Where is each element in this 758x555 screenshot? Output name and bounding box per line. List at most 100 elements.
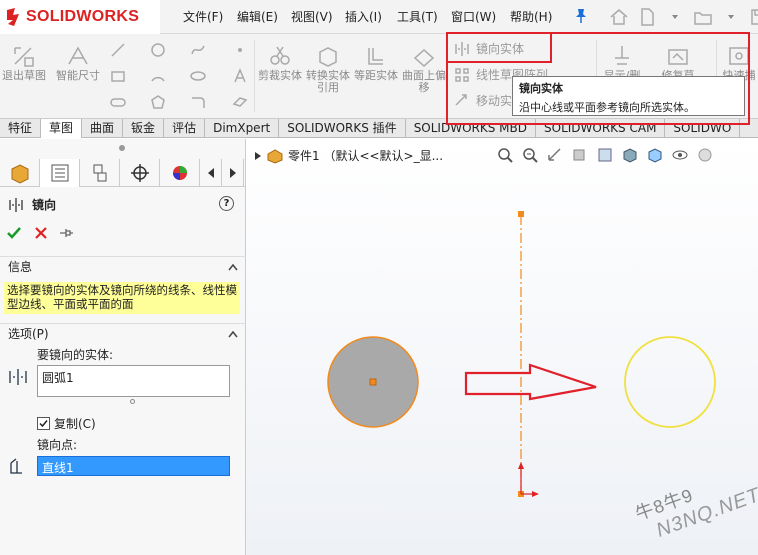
menu-tools[interactable]: 工具(T) <box>397 8 438 25</box>
origin-icon <box>518 462 539 497</box>
ellipse-icon[interactable] <box>190 68 206 84</box>
tab-features[interactable]: 特征 <box>0 119 42 138</box>
mirror-about-label: 镜向点: <box>37 438 78 452</box>
mirror-icon <box>9 197 23 212</box>
offset-on-surface-button[interactable]: 曲面上偏移 <box>402 44 446 94</box>
highlight-box-mirror-button <box>446 32 552 63</box>
menu-file[interactable]: 文件(F) <box>183 8 223 25</box>
info-header-label: 信息 <box>8 260 33 274</box>
feature-tree-icon <box>11 164 29 184</box>
solidworks-logo[interactable]: SOLIDWORKS <box>0 0 160 34</box>
panel-tabs <box>0 159 246 187</box>
property-list-icon <box>51 164 69 182</box>
options-header-label: 选项(P) <box>8 327 49 341</box>
dropdown-arrow-icon[interactable] <box>664 6 686 28</box>
smart-dimension-icon <box>68 46 88 65</box>
line-icon[interactable] <box>110 42 126 58</box>
circle-icon[interactable] <box>150 42 166 58</box>
menu-insert[interactable]: 插入(I) <box>345 8 382 25</box>
entities-to-mirror-field[interactable]: 圆弧1 <box>37 365 230 397</box>
offset-on-surface-icon <box>413 48 435 68</box>
field-resize-handle[interactable] <box>130 399 135 404</box>
arc-icon[interactable] <box>150 68 166 84</box>
polygon-icon[interactable] <box>150 94 166 110</box>
copy-label: 复制(C) <box>54 417 96 431</box>
panel-splitter-handle[interactable] <box>119 145 125 151</box>
pushpin-icon[interactable] <box>58 225 74 241</box>
property-manager-tab[interactable] <box>40 159 80 187</box>
mirror-entities-selector-icon <box>9 369 27 385</box>
mirror-about-field[interactable]: 直线1 <box>37 456 230 476</box>
menu-edit[interactable]: 编辑(E) <box>237 8 278 25</box>
exit-sketch-label: 退出草图 <box>2 69 46 82</box>
entities-to-mirror-label: 要镜向的实体: <box>37 348 114 362</box>
menu-window[interactable]: 窗口(W) <box>451 8 496 25</box>
open-folder-icon[interactable] <box>692 6 714 28</box>
feature-manager-tab[interactable] <box>0 159 40 187</box>
menu-view[interactable]: 视图(V) <box>291 8 333 25</box>
tab-sheet-metal[interactable]: 钣金 <box>123 119 165 138</box>
tab-sketch[interactable]: 草图 <box>41 119 83 138</box>
tab-surfaces[interactable]: 曲面 <box>82 119 124 138</box>
tooltip-title: 镜向实体 <box>519 82 563 95</box>
info-section-header[interactable]: 信息 <box>0 256 246 276</box>
slot-icon[interactable] <box>110 94 126 110</box>
configuration-icon <box>93 164 107 182</box>
ds-logo-icon <box>7 8 19 26</box>
options-section-header[interactable]: 选项(P) <box>0 323 246 343</box>
home-icon[interactable] <box>608 6 630 28</box>
property-manager-panel: 镜向 ? 信息 选择要镜向的实体及镜向所绕的线条、线性模型边线、平面或平面的面 … <box>0 139 246 555</box>
copy-checkbox[interactable] <box>37 417 50 430</box>
offset-entities-icon <box>368 48 383 65</box>
pin-menu-icon[interactable] <box>574 8 588 24</box>
spline-icon[interactable] <box>190 42 206 58</box>
source-circle-center[interactable] <box>369 378 377 386</box>
tab-solidworks-addins[interactable]: SOLIDWORKS 插件 <box>279 119 406 138</box>
save-icon[interactable] <box>748 6 758 28</box>
smart-dimension-button[interactable]: 智能尺寸 <box>56 44 100 82</box>
mirror-tooltip: 镜向实体 沿中心线或平面参考镜向所选实体。 <box>512 76 745 116</box>
text-icon[interactable] <box>232 68 248 84</box>
fillet-icon[interactable] <box>190 94 206 110</box>
display-manager-tab[interactable] <box>160 159 200 187</box>
collapse-chevron-icon <box>228 263 238 271</box>
configuration-manager-tab[interactable] <box>80 159 120 187</box>
new-document-icon[interactable] <box>636 6 658 28</box>
cancel-x-icon[interactable] <box>33 225 49 241</box>
offset-entities-button[interactable]: 等距实体 <box>354 44 398 82</box>
exit-sketch-button[interactable]: 退出草图 <box>2 44 46 82</box>
help-icon[interactable]: ? <box>219 196 234 211</box>
chevron-left-icon <box>208 168 214 178</box>
chevron-right-icon <box>230 168 236 178</box>
plane-icon[interactable] <box>232 94 248 110</box>
convert-entities-button[interactable]: 转换实体引用 <box>306 44 350 94</box>
graphics-area[interactable]: 零件1 （默认<<默认>_显... 牛8牛9 N3NQ.NET <box>246 139 758 555</box>
trim-entities-label: 剪裁实体 <box>258 69 302 82</box>
rectangle-icon[interactable] <box>110 68 126 84</box>
panel-scroll-right[interactable] <box>222 159 244 187</box>
tab-dimxpert[interactable]: DimXpert <box>205 119 280 138</box>
ok-checkmark-icon[interactable] <box>6 225 22 241</box>
smart-dimension-label: 智能尺寸 <box>56 69 100 82</box>
mirrored-circle[interactable] <box>624 336 716 428</box>
convert-entities-label: 转换实体引用 <box>306 69 350 94</box>
dropdown-arrow-icon[interactable] <box>720 6 742 28</box>
dimxpert-manager-tab[interactable] <box>120 159 160 187</box>
menu-help[interactable]: 帮助(H) <box>510 8 552 25</box>
mirror-about-selector-icon <box>10 458 22 474</box>
centerline-endpoint-top[interactable] <box>518 211 524 217</box>
panel-scroll-left[interactable] <box>200 159 222 187</box>
property-manager-title: 镜向 <box>32 198 57 212</box>
point-icon[interactable] <box>232 42 248 58</box>
tooltip-description: 沿中心线或平面参考镜向所选实体。 <box>519 101 695 114</box>
tab-evaluate[interactable]: 评估 <box>164 119 206 138</box>
copy-checkbox-row[interactable]: 复制(C) <box>37 415 96 432</box>
trim-entities-button[interactable]: 剪裁实体 <box>258 44 302 82</box>
offset-on-surface-label: 曲面上偏移 <box>402 69 446 94</box>
mirror-title: 镜向 <box>8 196 56 213</box>
offset-entities-label: 等距实体 <box>354 69 398 82</box>
mirror-direction-arrow <box>464 363 597 401</box>
info-message: 选择要镜向的实体及镜向所绕的线条、线性模型边线、平面或平面的面 <box>4 282 240 314</box>
appearance-ball-icon <box>173 166 187 180</box>
quick-access-toolbar <box>608 4 758 30</box>
